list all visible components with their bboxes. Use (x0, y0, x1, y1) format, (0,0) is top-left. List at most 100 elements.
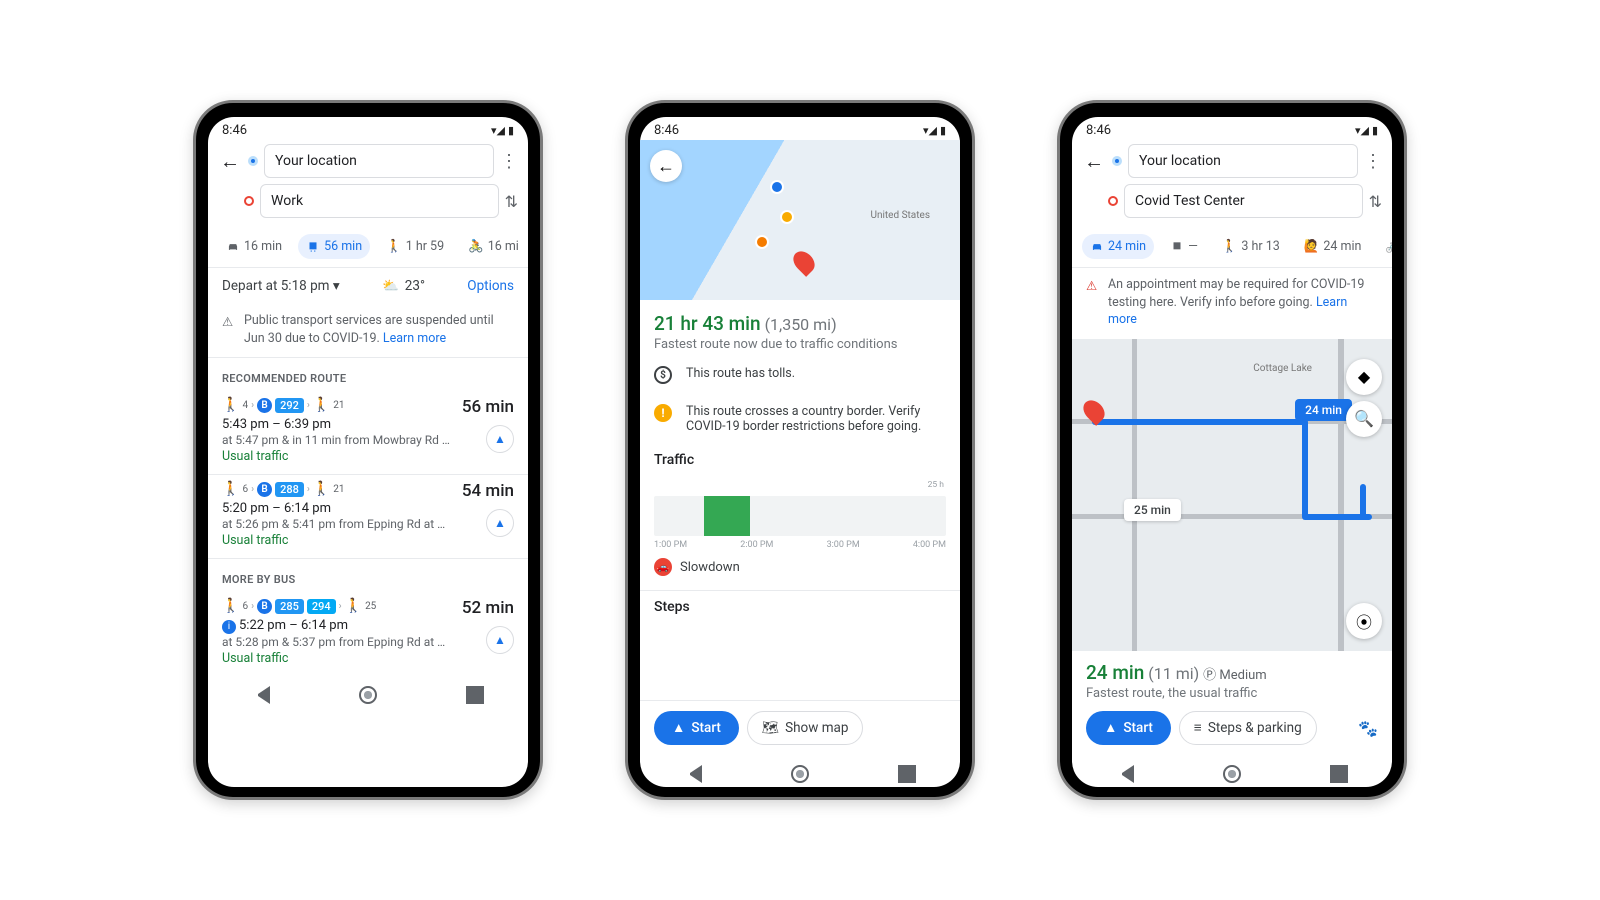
covid-alert: ⚠ Public transport services are suspende… (208, 304, 528, 358)
route-item[interactable]: 🚶6 › B 288 › 🚶21 54 min ▲ 5:20 pm – 6:14… (208, 475, 528, 559)
route-item[interactable]: 🚶6 › B 285 294 › 🚶25 52 min ▲ i5:22 pm –… (208, 592, 528, 676)
navigate-icon: ▲ (1104, 720, 1117, 736)
navigate-button[interactable]: ▲ (486, 509, 514, 537)
mode-cycling[interactable]: 🚲 (1377, 234, 1392, 259)
start-button[interactable]: ▲ Start (1086, 711, 1171, 745)
status-bar: 8:46 ▾◢▮ (640, 117, 960, 140)
from-input[interactable]: Your location (1128, 144, 1358, 178)
phone-covid-center: 8:46 ▾◢▮ ← Your location ⋮ Covid Test Ce… (1057, 100, 1407, 800)
route-traffic: Usual traffic (222, 533, 514, 548)
navigate-button[interactable]: ▲ (486, 425, 514, 453)
back-icon[interactable]: ← (1082, 149, 1106, 174)
navigate-button[interactable]: ▲ (486, 626, 514, 654)
covid-testing-alert: ⚠ An appointment may be required for COV… (1072, 268, 1392, 339)
status-time: 8:46 (654, 123, 679, 138)
car-icon (226, 240, 240, 254)
map-label: United States (870, 210, 930, 221)
origin-dot-icon (248, 156, 258, 166)
nav-recent-icon[interactable] (466, 686, 484, 704)
route-traffic: Usual traffic (222, 449, 514, 464)
walk-icon: 🚶 (313, 397, 330, 413)
bike-icon: 🚲 (1385, 239, 1392, 254)
mode-rideshare[interactable]: 🙋 24 min (1296, 234, 1370, 259)
from-input[interactable]: Your location (264, 144, 494, 178)
route-duration: 24 min (1086, 661, 1144, 684)
origin-dot-icon (1112, 156, 1122, 166)
status-icons: ▾◢▮ (488, 123, 514, 138)
list-icon: ≡ (1194, 720, 1202, 736)
walk-icon: 🚶 (1222, 239, 1238, 254)
start-button[interactable]: ▲ Start (654, 711, 739, 745)
map-icon: 🗺 (762, 720, 779, 736)
search-icon: 🔍 (1354, 409, 1374, 428)
traffic-header: Traffic (640, 444, 960, 472)
nav-home-icon[interactable] (1223, 765, 1241, 783)
swap-icon[interactable]: ⇅ (1369, 192, 1382, 211)
layers-button[interactable]: ◆ (1346, 359, 1382, 395)
parking-info: Ⓟ Medium (1203, 668, 1267, 683)
status-icons: ▾◢▮ (920, 123, 946, 138)
locate-icon: ⦿ (1356, 609, 1372, 633)
route-window: i5:22 pm – 6:14 pm (222, 618, 514, 634)
nav-home-icon[interactable] (791, 765, 809, 783)
walk-icon: 🚶 (345, 598, 362, 614)
route-window: 5:20 pm – 6:14 pm (222, 501, 514, 516)
back-button[interactable]: ← (650, 150, 682, 182)
slowdown-indicator: 🚗 Slowdown (654, 558, 946, 576)
route-duration: 56 min (462, 397, 514, 417)
bus-route-badge: 294 (307, 599, 336, 614)
map-preview[interactable]: ← United States (640, 140, 960, 300)
mode-transit[interactable]: 56 min (298, 234, 370, 259)
overflow-menu-icon[interactable]: ⋮ (1364, 151, 1382, 172)
destination-dot-icon (244, 196, 254, 206)
traffic-peak-label: 25 h (654, 480, 946, 490)
route-subtitle: Fastest route now due to traffic conditi… (654, 337, 946, 352)
traffic-chart (654, 496, 946, 536)
mode-cycling[interactable]: 🚴 16 mi (460, 234, 527, 259)
route-item[interactable]: 🚶4 › B 292 › 🚶21 56 min ▲ 5:43 pm – 6:39… (208, 391, 528, 475)
nav-back-icon[interactable] (1116, 765, 1134, 783)
steps-parking-button[interactable]: ≡ Steps & parking (1179, 711, 1317, 745)
to-input[interactable]: Covid Test Center (1124, 184, 1363, 218)
route-duration-label: 24 min (1295, 399, 1352, 421)
route-window: 5:43 pm – 6:39 pm (222, 417, 514, 432)
toll-icon: $ (654, 366, 672, 384)
mode-transit[interactable]: — (1162, 234, 1206, 259)
bus-badge: B (257, 482, 272, 497)
more-by-bus-header: MORE BY BUS (208, 559, 528, 592)
slowdown-icon: 🚗 (654, 558, 672, 576)
layers-icon: ◆ (1358, 367, 1370, 386)
walk-icon: 🚶 (222, 481, 239, 497)
mode-driving[interactable]: 16 min (218, 234, 290, 259)
navigate-icon: ▲ (672, 720, 685, 736)
depart-time[interactable]: Depart at 5:18 pm ▾ (222, 278, 340, 294)
to-input[interactable]: Work (260, 184, 499, 218)
route-detail: at 5:28 pm & 5:37 pm from Epping Rd at W… (222, 635, 452, 649)
nav-recent-icon[interactable] (1330, 765, 1348, 783)
traffic-time-labels: 1:00 PM 2:00 PM 3:00 PM 4:00 PM (654, 540, 946, 550)
route-duration: 21 hr 43 min (654, 312, 761, 335)
nav-recent-icon[interactable] (898, 765, 916, 783)
nav-home-icon[interactable] (359, 686, 377, 704)
nav-back-icon[interactable] (684, 765, 702, 783)
search-button[interactable]: 🔍 (1346, 401, 1382, 437)
back-icon[interactable]: ← (218, 149, 242, 174)
nav-back-icon[interactable] (252, 686, 270, 704)
walk-icon: 🚶 (222, 598, 239, 614)
swap-icon[interactable]: ⇅ (505, 192, 518, 211)
learn-more-link[interactable]: Learn more (383, 331, 446, 346)
status-time: 8:46 (1086, 123, 1111, 138)
bus-badge: B (257, 599, 272, 614)
mode-walking[interactable]: 🚶 1 hr 59 (378, 234, 452, 259)
overflow-menu-icon[interactable]: ⋮ (500, 151, 518, 172)
options-link[interactable]: Options (467, 278, 514, 294)
destination-dot-icon (1108, 196, 1118, 206)
route-detail: at 5:47 pm & in 11 min from Mowbray Rd b… (222, 433, 452, 447)
my-location-button[interactable]: ⦿ (1346, 603, 1382, 639)
map-view[interactable]: Cottage Lake 24 min 25 min ◆ 🔍 ⦿ (1072, 339, 1392, 652)
show-map-button[interactable]: 🗺 Show map (747, 711, 864, 745)
alt-route-duration-label[interactable]: 25 min (1124, 499, 1181, 521)
mode-walking[interactable]: 🚶 3 hr 13 (1214, 234, 1288, 259)
mode-driving[interactable]: 24 min (1082, 234, 1154, 259)
map-waypoint-icon (770, 180, 784, 194)
